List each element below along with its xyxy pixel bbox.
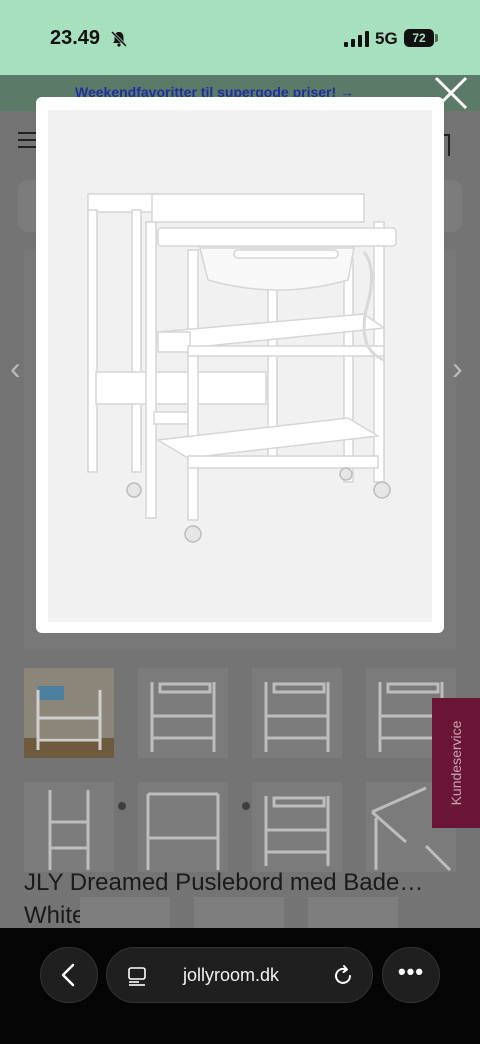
customer-service-tab[interactable]: Kundeservice	[432, 698, 480, 828]
status-time: 23.49	[50, 27, 101, 49]
thumbnail-3[interactable]	[252, 668, 342, 758]
gallery-prev-icon[interactable]: ‹	[10, 350, 21, 387]
thumbnail-2[interactable]	[138, 668, 228, 758]
page-icon[interactable]	[127, 966, 147, 986]
screen: 23.49 5G 72 Weekendfavoritter til superg…	[0, 0, 480, 1044]
bell-muted-icon	[110, 30, 128, 48]
thumbnail-7[interactable]	[252, 782, 342, 872]
customer-service-label: Kundeservice	[448, 720, 464, 806]
thumbnail-5[interactable]	[24, 782, 114, 872]
chevron-left-icon	[61, 963, 75, 987]
gallery-dot	[242, 802, 250, 810]
url-text: jollyroom.dk	[183, 965, 280, 985]
signal-icon	[344, 31, 369, 47]
battery-tip	[435, 34, 438, 42]
reload-icon[interactable]	[331, 964, 355, 988]
thumbnail-1[interactable]	[24, 668, 114, 758]
status-bar: 23.49 5G 72	[0, 0, 480, 75]
more-button[interactable]: •••	[382, 947, 440, 1003]
enlarged-product-image	[48, 110, 432, 622]
menu-icon[interactable]	[18, 132, 38, 148]
close-icon[interactable]	[432, 74, 470, 112]
gallery-next-icon[interactable]: ›	[452, 350, 463, 387]
changing-table-illustration	[48, 110, 432, 622]
ellipsis-icon: •••	[397, 959, 425, 984]
network-type: 5G	[375, 29, 398, 48]
address-bar[interactable]: jollyroom.dk	[106, 947, 373, 1003]
gallery-dot	[118, 802, 126, 810]
thumbnail-6[interactable]	[138, 782, 228, 872]
back-button[interactable]	[40, 947, 98, 1003]
battery-level: 72	[404, 29, 434, 47]
